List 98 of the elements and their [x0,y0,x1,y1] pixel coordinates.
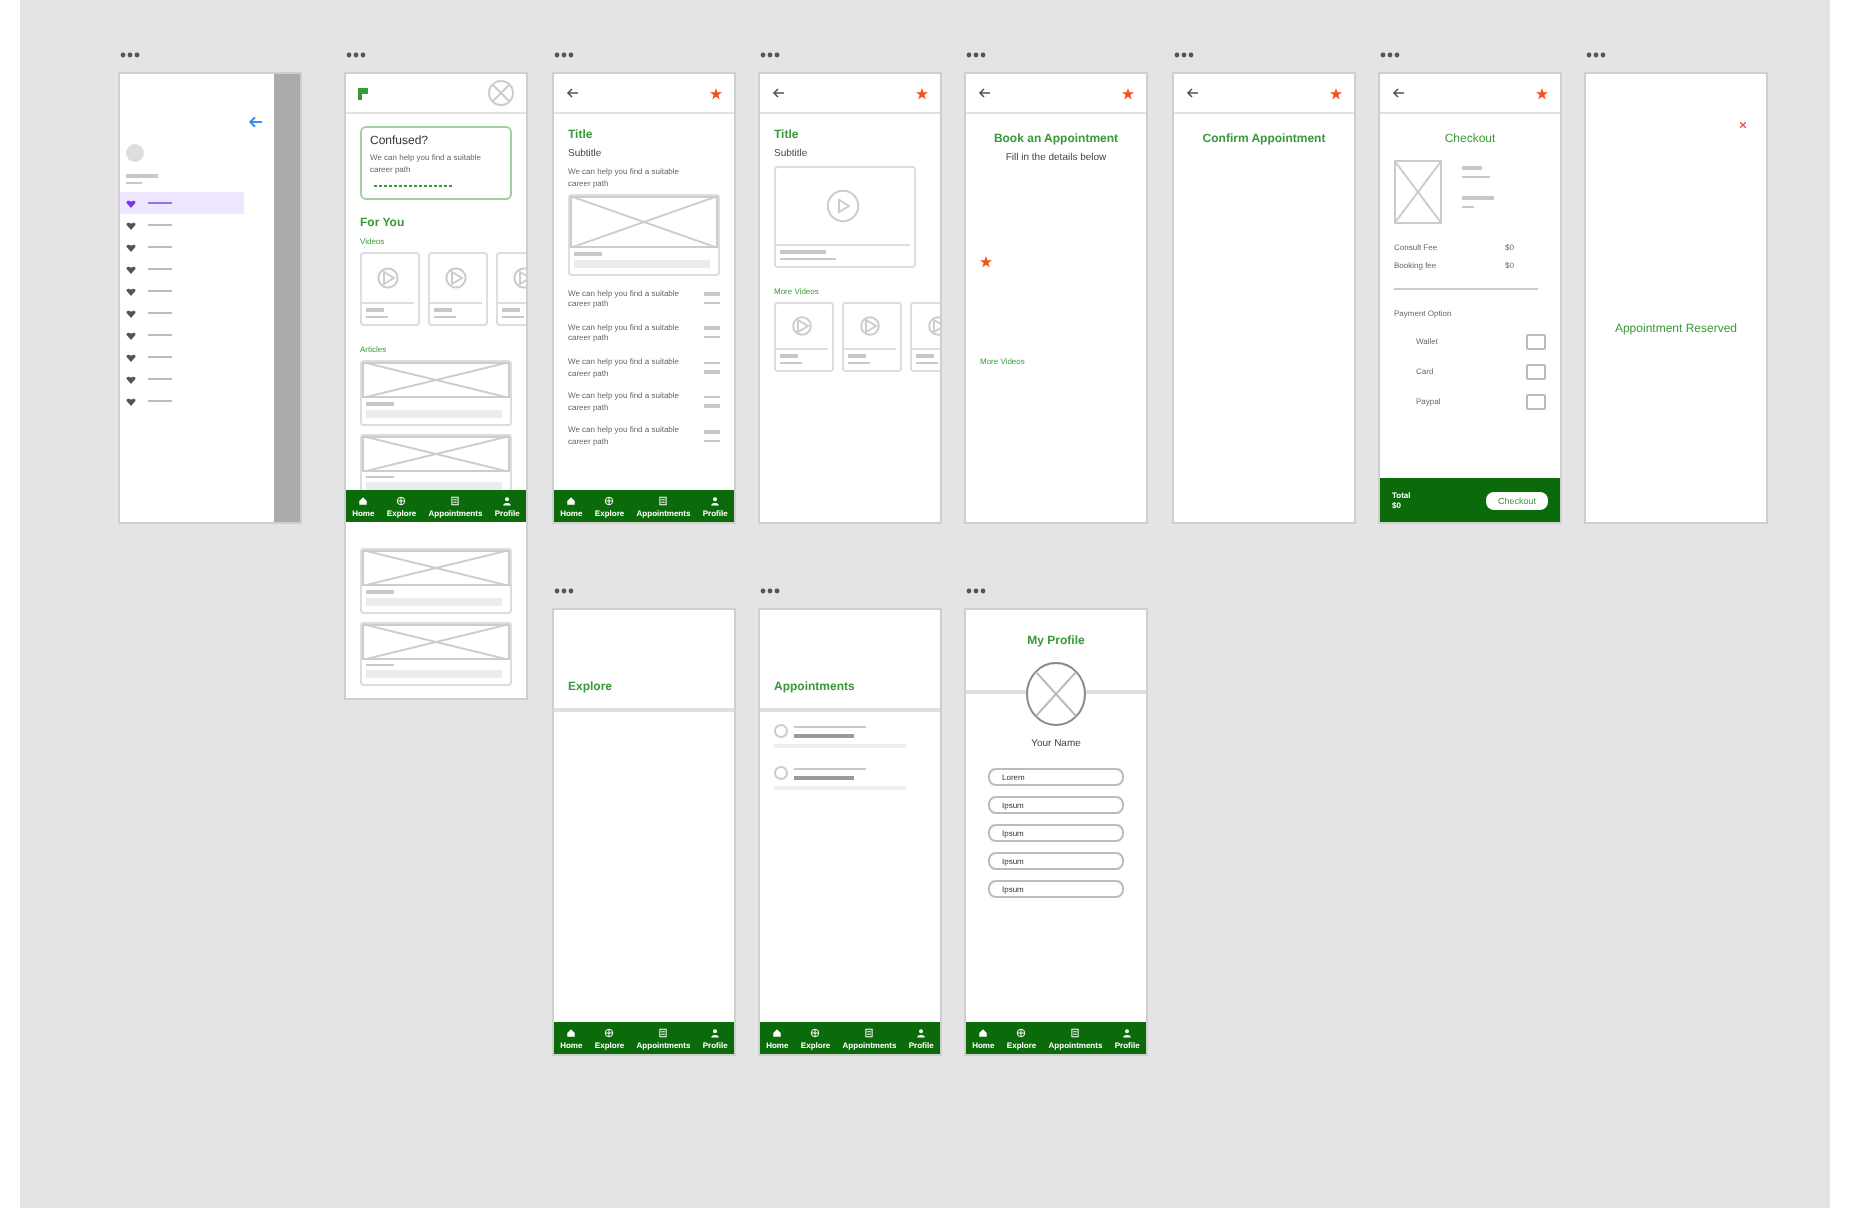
heart-icon [126,243,136,251]
avatar-circle [774,766,788,780]
image-placeholder [1394,160,1442,224]
text-placeholder-line [780,354,799,357]
globe-icon [604,495,615,505]
heart-icon [126,375,136,383]
calendar-icon [1070,1027,1081,1037]
text-placeholder-line [502,308,521,312]
text-placeholder-line [780,250,826,253]
menu-item[interactable] [120,192,244,214]
text-placeholder-line [366,402,394,406]
text-placeholder-line [366,315,389,319]
person-icon [710,495,721,505]
heart-icon [126,265,136,273]
text-placeholder-line [126,174,158,177]
back-arrow-icon[interactable] [1186,88,1198,98]
more-dots-icon[interactable] [1174,52,1194,58]
more-dots-icon[interactable] [554,588,574,594]
logo-icon [358,87,368,99]
home-icon [978,1027,989,1037]
avatar-placeholder-icon [488,80,514,106]
globe-icon [396,495,407,505]
globe-icon [810,1027,821,1037]
star-icon[interactable] [1536,87,1548,99]
text-placeholder-line [1462,166,1482,169]
home-icon [566,495,577,505]
person-icon [1122,1027,1133,1037]
home-icon [566,1027,577,1037]
home-icon [358,495,369,505]
star-icon[interactable] [916,87,928,99]
calendar-icon [864,1027,875,1037]
more-dots-icon[interactable] [760,52,780,58]
text-placeholder-line [794,776,854,779]
globe-icon [1016,1027,1027,1037]
heart-icon [126,331,136,339]
text-placeholder-line [780,361,803,364]
text-placeholder-line [1462,196,1494,199]
heart-icon [126,199,136,207]
text-placeholder-line [366,475,394,479]
heart-icon [126,309,136,317]
more-dots-icon[interactable] [1380,52,1400,58]
text-placeholder-line [434,308,453,312]
star-icon[interactable] [710,87,722,99]
heart-icon [126,397,136,405]
more-dots-icon[interactable] [120,52,140,58]
more-dots-icon[interactable] [966,52,986,58]
back-arrow-icon[interactable] [772,88,784,98]
text-placeholder-line [366,663,394,667]
video-card[interactable] [360,252,420,327]
text-placeholder-line [794,725,866,728]
text-placeholder-line [1462,175,1490,178]
back-arrow-icon[interactable] [1392,88,1404,98]
text-placeholder-line [916,361,939,364]
checkbox[interactable] [1526,393,1546,410]
globe-icon [604,1027,615,1037]
back-arrow-icon[interactable] [248,116,262,128]
more-dots-icon[interactable] [346,52,366,58]
more-dots-icon[interactable] [966,588,986,594]
person-icon [916,1027,927,1037]
person-icon [502,495,513,505]
text-placeholder-line [502,315,525,319]
video-card[interactable] [774,302,834,372]
calendar-icon [450,495,461,505]
star-icon[interactable] [1122,87,1134,99]
video-card[interactable] [842,302,902,372]
avatar-placeholder-icon [1026,662,1086,726]
text-placeholder-line [848,354,867,357]
text-placeholder-line [434,315,457,319]
text-placeholder-line [794,734,854,737]
home-icon [772,1027,783,1037]
calendar-icon [658,495,669,505]
checkbox[interactable] [1526,363,1546,380]
more-dots-icon[interactable] [554,52,574,58]
text-placeholder-line [366,308,385,312]
avatar-circle [126,144,144,162]
video-card[interactable] [774,166,916,268]
avatar-circle [774,724,788,738]
heart-icon [126,287,136,295]
link-placeholder-line[interactable] [374,184,454,189]
text-placeholder-line [794,767,866,770]
back-arrow-icon[interactable] [978,88,990,98]
more-dots-icon[interactable] [1586,52,1606,58]
text-placeholder-line [916,354,935,357]
star-icon[interactable] [980,256,992,268]
close-icon[interactable] [1740,122,1746,128]
heart-icon [126,353,136,361]
star-icon[interactable] [1330,87,1342,99]
checkbox[interactable] [1526,333,1546,350]
calendar-icon [658,1027,669,1037]
text-placeholder-line [780,257,836,260]
back-arrow-icon[interactable] [566,88,578,98]
text-placeholder-line [848,361,871,364]
person-icon [710,1027,721,1037]
text-placeholder-line [574,252,602,256]
heart-icon [126,221,136,229]
text-placeholder-line [366,590,394,594]
more-dots-icon[interactable] [760,588,780,594]
video-card[interactable] [428,252,488,327]
